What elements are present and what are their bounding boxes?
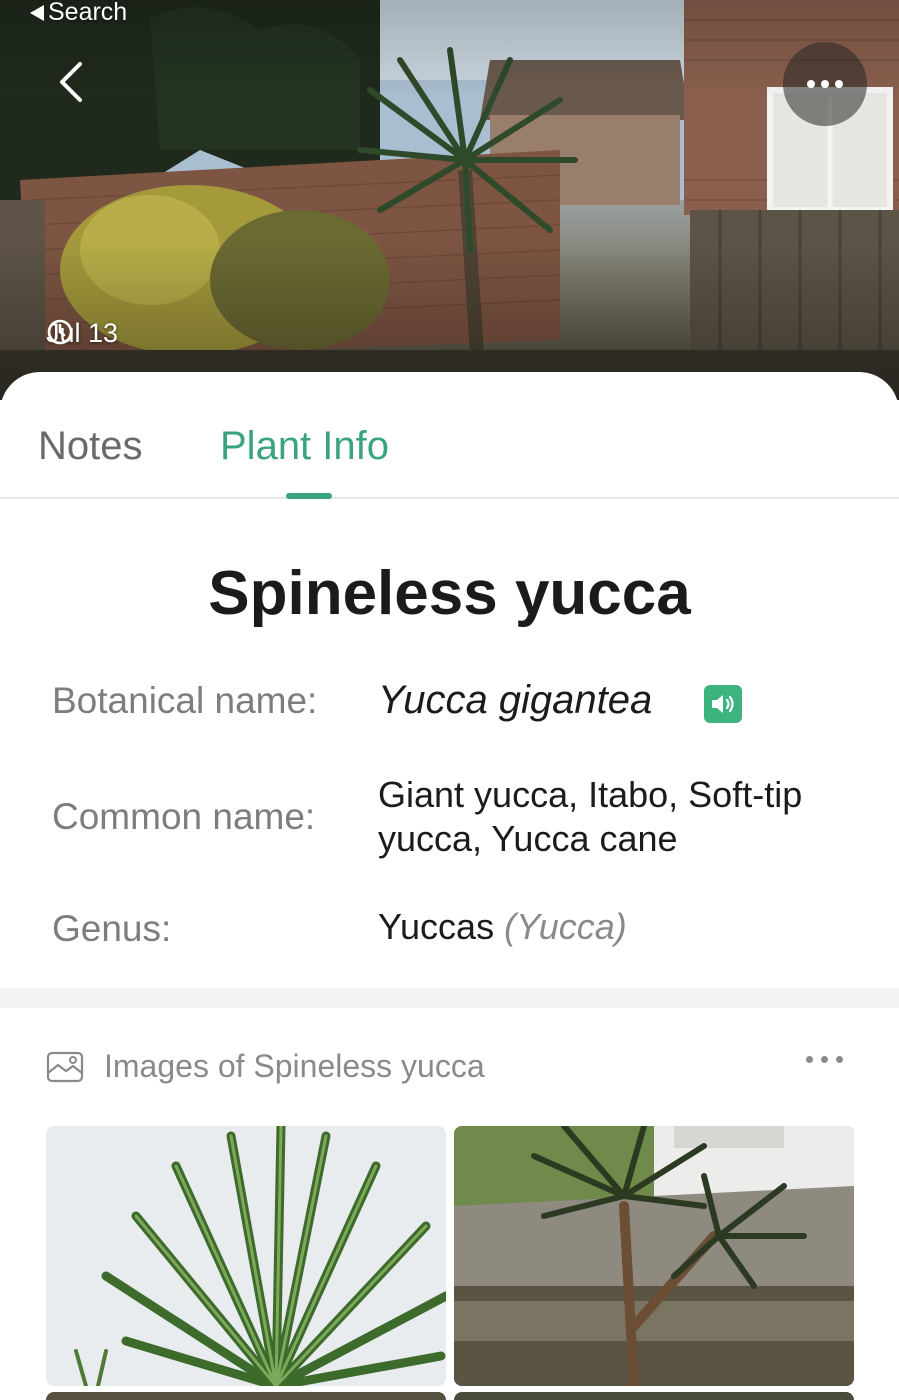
- status-back-label: Search: [48, 0, 128, 26]
- more-icon-dot: [835, 80, 843, 88]
- plant-image-thumbnail-partial[interactable]: [46, 1392, 446, 1400]
- botanical-name-label: Botanical name:: [52, 680, 318, 721]
- pronunciation-button[interactable]: [704, 685, 742, 723]
- tab-plant-info[interactable]: Plant Info: [220, 424, 389, 469]
- more-icon-dot: [836, 1056, 843, 1063]
- plant-image-thumbnail[interactable]: [46, 1126, 446, 1386]
- botanical-name-value: Yucca gigantea: [378, 678, 653, 722]
- genus-latin: (Yucca): [504, 906, 627, 947]
- tab-notes[interactable]: Notes: [38, 424, 143, 469]
- speaker-icon: [712, 695, 734, 713]
- common-name-label: Common name:: [52, 796, 316, 837]
- section-divider: [0, 988, 899, 1008]
- back-triangle-icon: [30, 4, 44, 21]
- more-icon: [806, 1056, 813, 1063]
- clock-icon: [47, 319, 73, 345]
- images-section-header: Images of Spineless yucca: [46, 1048, 485, 1085]
- yucca-garden-image: [454, 1126, 854, 1386]
- genus-label: Genus:: [52, 908, 172, 949]
- common-name-value-line2: yucca, Yucca cane: [378, 818, 678, 859]
- active-tab-indicator: [286, 493, 332, 499]
- photo-shade: [0, 0, 899, 400]
- plant-photo: Search Jul 13: [0, 0, 899, 400]
- more-icon-dot: [821, 80, 829, 88]
- images-more-button[interactable]: [806, 1056, 843, 1063]
- more-options-button[interactable]: [783, 42, 867, 126]
- status-back-link[interactable]: Search: [30, 0, 127, 27]
- back-button[interactable]: [48, 56, 96, 108]
- plant-title: Spineless yucca: [208, 559, 691, 628]
- images-section-title: Images of Spineless yucca: [104, 1048, 485, 1084]
- tab-bar: Notes Plant Info: [0, 372, 899, 499]
- more-icon-dot: [821, 1056, 828, 1063]
- genus-value: Yuccas (Yucca): [378, 906, 627, 948]
- photo-date: Jul 13: [46, 318, 118, 349]
- plant-image-thumbnail[interactable]: [454, 1126, 854, 1386]
- yucca-closeup-image: [74, 1126, 446, 1386]
- genus-common: Yuccas: [378, 906, 495, 947]
- plant-detail-sheet: Notes Plant Info Spineless yucca Botanic…: [0, 372, 899, 1400]
- chevron-left-icon: [60, 62, 82, 102]
- more-icon: [807, 80, 815, 88]
- common-name-value-line1: Giant yucca, Itabo, Soft-tip: [378, 774, 803, 815]
- image-gallery-icon: [46, 1051, 84, 1082]
- plant-image-thumbnail-partial[interactable]: [454, 1392, 854, 1400]
